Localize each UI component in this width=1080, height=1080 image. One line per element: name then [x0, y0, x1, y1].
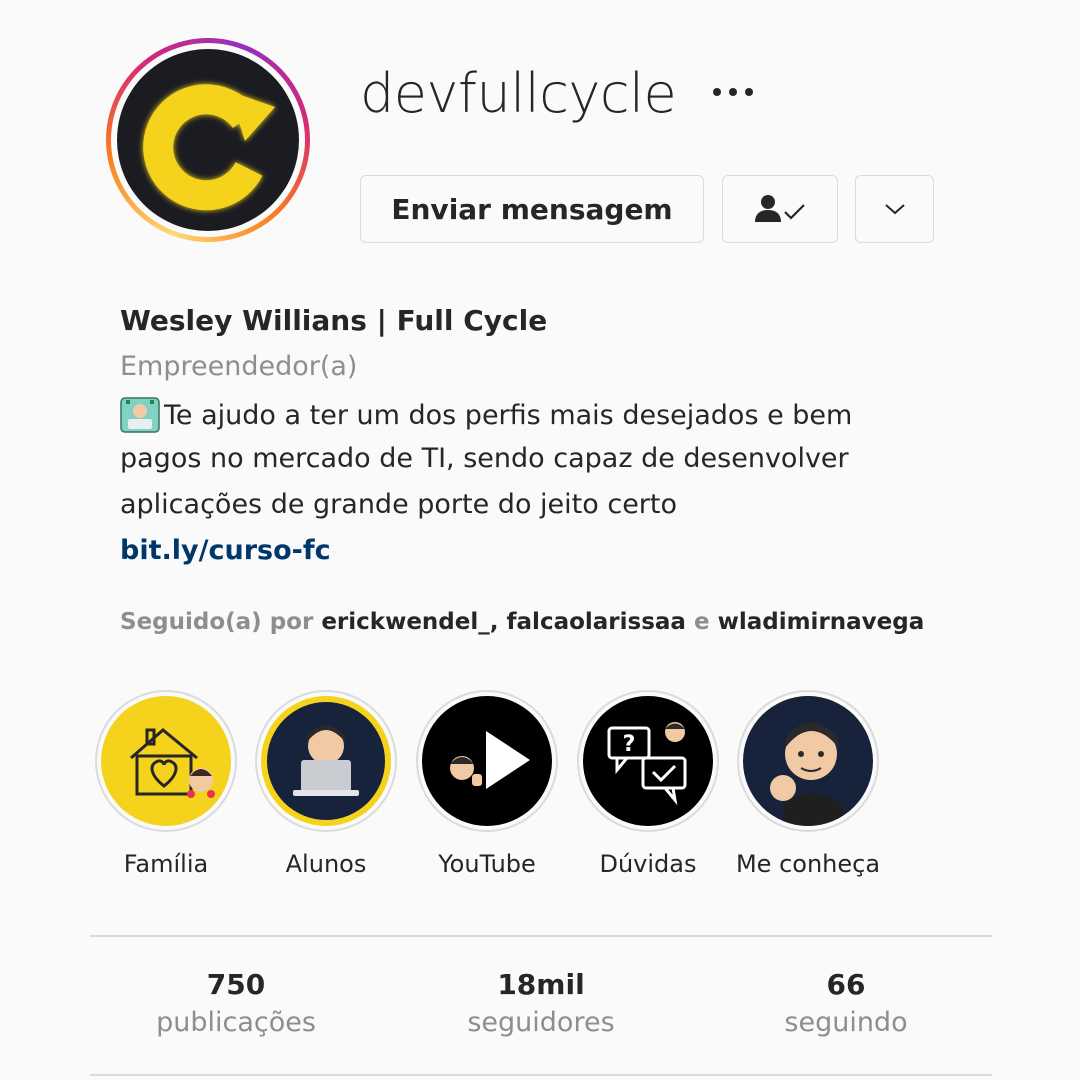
avatar-inner-ring: [111, 43, 305, 237]
send-message-button[interactable]: Enviar mensagem: [360, 175, 704, 243]
play-icon: [422, 696, 552, 826]
laptop-avatar-icon: [261, 696, 391, 826]
follower-link[interactable]: erickwendel_: [321, 609, 489, 635]
highlight-ring: ?: [577, 690, 719, 832]
followed-by: Seguido(a) por erickwendel_, falcaolaris…: [120, 609, 924, 635]
fullcycle-logo-icon: [117, 49, 299, 231]
stat-following[interactable]: 66 seguindo: [716, 968, 976, 1038]
svg-text:?: ?: [623, 732, 636, 757]
profile-category: Empreendedor(a): [120, 351, 358, 382]
stat-value: 66: [826, 968, 866, 1001]
suggestions-button[interactable]: [855, 175, 934, 243]
following-button[interactable]: [722, 175, 838, 243]
stat-posts: 750 publicações: [106, 968, 366, 1038]
profile-avatar[interactable]: [106, 38, 310, 242]
highlight-alunos[interactable]: Alunos: [255, 690, 397, 878]
bio-line: Te ajudo a ter um dos perfis mais deseja…: [120, 397, 852, 433]
separator: ,: [489, 609, 499, 635]
highlight-me-conheca[interactable]: Me conheça: [735, 690, 881, 878]
bio-line-text: Te ajudo a ter um dos perfis mais deseja…: [164, 399, 853, 431]
developer-emoji-icon: [120, 397, 160, 433]
highlight-ring: [737, 690, 879, 832]
highlight-ring: [95, 690, 237, 832]
highlight-label: Alunos: [285, 850, 367, 878]
highlight-label: Dúvidas: [599, 850, 697, 878]
person-check-icon: [755, 195, 805, 222]
highlight-ring: [255, 690, 397, 832]
highlight-duvidas[interactable]: ? Dúvidas: [577, 690, 719, 878]
house-heart-icon: [101, 696, 231, 826]
followed-by-prefix: Seguido(a) por: [120, 609, 314, 635]
separator: e: [693, 609, 710, 635]
stat-label: publicações: [156, 1007, 316, 1038]
avatar-icon: [743, 696, 873, 826]
profile-username: devfullcycle: [360, 62, 677, 125]
stats-divider-bottom: [90, 1074, 992, 1076]
stat-label: seguidores: [467, 1007, 615, 1038]
highlight-label: YouTube: [438, 850, 536, 878]
stat-followers[interactable]: 18mil seguidores: [411, 968, 671, 1038]
chevron-down-icon: [884, 204, 905, 215]
highlight-familia[interactable]: Família: [95, 690, 237, 878]
bio-line: pagos no mercado de TI, sendo capaz de d…: [120, 443, 849, 474]
follower-link[interactable]: falcaolarissaa: [507, 609, 686, 635]
bio-link[interactable]: bit.ly/curso-fc: [120, 535, 331, 566]
stats-divider-top: [90, 935, 992, 937]
highlight-label: Me conheça: [735, 850, 881, 878]
question-chat-icon: ?: [583, 696, 713, 826]
highlight-ring: [416, 690, 558, 832]
highlight-label: Família: [123, 850, 209, 878]
follower-link[interactable]: wladimirnavega: [718, 609, 925, 635]
stat-value: 750: [206, 968, 266, 1001]
stat-label: seguindo: [784, 1007, 908, 1038]
stat-value: 18mil: [497, 968, 585, 1001]
profile-full-name: Wesley Willians | Full Cycle: [120, 304, 548, 337]
more-horizontal-icon[interactable]: [708, 78, 758, 106]
bio-line: aplicações de grande porte do jeito cert…: [120, 489, 678, 520]
highlight-youtube[interactable]: YouTube: [416, 690, 558, 878]
